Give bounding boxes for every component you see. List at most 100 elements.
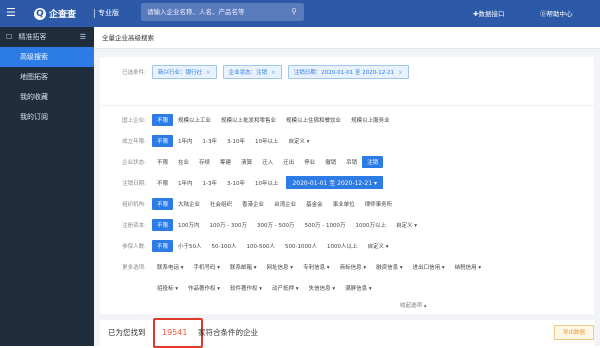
sidebar-item-subscriptions[interactable]: 我的订阅 xyxy=(0,107,94,127)
filter-option[interactable]: 香港企业 xyxy=(237,200,269,208)
filter-option[interactable]: 不限 xyxy=(152,197,174,210)
filter-option[interactable]: 联系邮箱 ▾ xyxy=(225,263,262,271)
close-icon[interactable]: × xyxy=(398,70,403,76)
filter-option[interactable]: 3-10年 xyxy=(222,179,250,187)
filter-row-label: 注销日期: xyxy=(122,180,146,187)
filter-option[interactable]: 商标信息 ▾ xyxy=(335,263,372,271)
filter-row-label: 组织机构: xyxy=(122,201,146,208)
filter-option[interactable]: 100万内 xyxy=(173,221,205,229)
filter-option[interactable]: 500-1000人 xyxy=(280,242,322,250)
filter-option[interactable]: 10年以上 xyxy=(250,179,284,187)
filter-option[interactable]: 1000万以上 xyxy=(350,221,391,229)
filter-option[interactable]: 存续 xyxy=(194,158,215,166)
search-icon[interactable]: ⚲ xyxy=(291,3,297,21)
filter-option[interactable]: 1年内 xyxy=(173,137,198,145)
filter-option[interactable]: 100-500人 xyxy=(242,242,280,250)
sidebar: ☐ 精准拓客 ☰ 高级搜索 地图拓客 我的收藏 我的订阅 xyxy=(0,27,94,346)
sidebar-header[interactable]: ☐ 精准拓客 ☰ xyxy=(0,27,94,47)
filter-chip[interactable]: 企业状态：注销 × xyxy=(222,64,282,79)
filter-row-label: 国上企业: xyxy=(122,117,146,124)
filter-option[interactable]: 律师事务所 xyxy=(360,200,398,208)
filter-option[interactable]: 事业单位 xyxy=(328,200,360,208)
filter-option[interactable]: 基金会 xyxy=(301,200,328,208)
filter-option[interactable]: 1000人以上 xyxy=(322,242,363,250)
filter-row: 企业状态: 不限 在业 存续 筹建 清算 迁入 迁出 停业 撤销 吊销 注销 xyxy=(100,153,594,170)
filter-option[interactable]: 作品著作权 ▾ xyxy=(183,284,225,292)
sidebar-item-map-prospecting[interactable]: 地图拓客 xyxy=(0,67,94,87)
filter-option[interactable]: 网址信息 ▾ xyxy=(262,263,299,271)
help-center-link[interactable]: ⓪帮助中心 xyxy=(540,8,573,18)
filter-option[interactable]: 规模以上住宿和餐饮业 xyxy=(281,116,346,124)
filter-option[interactable]: 自定义 ▾ xyxy=(283,137,314,145)
filter-option[interactable]: 进出口信用 ▾ xyxy=(408,263,450,271)
filter-option[interactable]: 台湾企业 xyxy=(269,200,301,208)
filter-option[interactable]: 自定义 ▾ xyxy=(391,221,422,229)
filter-option[interactable]: 500万 - 1000万 xyxy=(299,221,350,229)
sidebar-toggle-icon[interactable]: ☰ xyxy=(80,27,86,47)
filter-option[interactable]: 不限 xyxy=(152,158,173,166)
filter-option[interactable]: 小于50人 xyxy=(173,242,207,250)
filter-chip[interactable]: 注销日期：2020-01-01 至 2020-12-21 × xyxy=(287,64,409,79)
filter-option[interactable]: 100万 - 300万 xyxy=(205,221,252,229)
filter-option[interactable]: 50-100人 xyxy=(207,242,242,250)
filter-option[interactable]: 满屏信息 ▾ xyxy=(340,284,377,292)
filter-option[interactable]: 纳税信用 ▾ xyxy=(450,263,487,271)
filter-panel: 已选条件: 新兴行业：银行社 × 企业状态：注销 × 注销日期：2020-01-01 至… xyxy=(100,57,594,314)
filter-option[interactable]: 迁入 xyxy=(257,158,278,166)
filter-option[interactable]: 1年内 xyxy=(173,179,198,187)
filter-chip[interactable]: 新兴行业：银行社 × xyxy=(152,64,217,79)
filter-option[interactable]: 规模以上批发和零售业 xyxy=(216,116,281,124)
filter-row: 注销日期: 不限 1年内 1-3年 3-10年 10年以上 2020-01-01 至 202… xyxy=(100,174,594,191)
filter-option[interactable]: 注销 xyxy=(362,155,384,168)
filter-option[interactable]: 1-3年 xyxy=(198,179,222,187)
filter-row: 组织机构: 不限 大陆企业 社会组织 香港企业 台湾企业 基金会 事业单位 律师事务所 xyxy=(100,195,594,212)
date-range-picker[interactable]: 2020-01-01 至 2020-12-21 ▾ xyxy=(286,176,383,189)
filter-chip-label: 企业状态：注销 xyxy=(228,69,268,76)
export-button[interactable]: 导出数据 xyxy=(554,325,594,340)
main-content: 全量企业高级搜索 已选条件: 新兴行业：银行社 × 企业状态：注销 × 注销日期：202… xyxy=(94,27,600,348)
filter-option[interactable]: 融资信息 ▾ xyxy=(371,263,408,271)
filter-option[interactable]: 规模以上工业 xyxy=(173,116,216,124)
filter-option[interactable]: 停业 xyxy=(299,158,320,166)
filter-row-label: 企业状态: xyxy=(122,159,146,166)
filter-option[interactable]: 自定义 ▾ xyxy=(362,242,393,250)
filter-option[interactable]: 撤销 xyxy=(320,158,341,166)
filter-option[interactable]: 大陆企业 xyxy=(173,200,205,208)
data-api-link[interactable]: ✚数据接口 xyxy=(473,8,504,18)
filter-option[interactable]: 1-3年 xyxy=(198,137,222,145)
filter-option[interactable]: 规模以上服务业 xyxy=(346,116,395,124)
filter-option[interactable]: 手机号码 ▾ xyxy=(189,263,226,271)
sidebar-item-advanced-search[interactable]: 高级搜索 xyxy=(0,47,94,67)
close-icon[interactable]: × xyxy=(206,70,211,76)
logo[interactable]: Q 企查查 xyxy=(34,6,76,21)
filter-option[interactable]: 不限 xyxy=(152,218,174,231)
filter-option[interactable]: 不限 xyxy=(152,134,174,147)
collapse-options-link[interactable]: 收起选项 ▴ xyxy=(400,301,427,309)
sidebar-item-favorites[interactable]: 我的收藏 xyxy=(0,87,94,107)
filter-option[interactable]: 软件著作权 ▾ xyxy=(225,284,267,292)
filter-option[interactable]: 300万 - 500万 xyxy=(252,221,299,229)
filter-row: 参保人数: 不限 小于50人 50-100人 100-500人 500-1000人 1000… xyxy=(100,237,594,254)
search-input[interactable]: 请输入企业名称、人名、产品名等 ⚲ xyxy=(141,3,304,21)
filter-option[interactable]: 不限 xyxy=(152,113,174,126)
filter-option[interactable]: 3-10年 xyxy=(222,137,250,145)
filter-option[interactable]: 招投标 ▾ xyxy=(152,284,183,292)
filter-option[interactable]: 筹建 xyxy=(215,158,236,166)
filter-option[interactable]: 不限 xyxy=(152,239,174,252)
filter-option[interactable]: 动产抵押 ▾ xyxy=(267,284,304,292)
filter-option[interactable]: 清算 xyxy=(236,158,257,166)
filter-option[interactable]: 联系电话 ▾ xyxy=(152,263,189,271)
filter-option[interactable]: 专利信息 ▾ xyxy=(298,263,335,271)
filter-option[interactable]: 10年以上 xyxy=(250,137,284,145)
filter-option[interactable]: 不限 xyxy=(152,179,173,187)
filter-option[interactable]: 社会组织 xyxy=(205,200,237,208)
filter-option[interactable]: 迁出 xyxy=(278,158,299,166)
filter-option[interactable]: 失信信息 ▾ xyxy=(304,284,341,292)
filter-row: 更多选项: 联系电话 ▾ 手机号码 ▾ 联系邮箱 ▾ 网址信息 ▾ 专利信息 ▾ 商标信息 … xyxy=(100,258,594,275)
sidebar-header-label: 精准拓客 xyxy=(18,33,47,41)
filter-option[interactable]: 吊销 xyxy=(341,158,362,166)
close-icon[interactable]: × xyxy=(271,70,276,76)
menu-icon[interactable]: ☰ xyxy=(6,7,18,18)
filter-option[interactable]: 在业 xyxy=(173,158,194,166)
result-prefix: 已为您找到 xyxy=(108,328,146,337)
